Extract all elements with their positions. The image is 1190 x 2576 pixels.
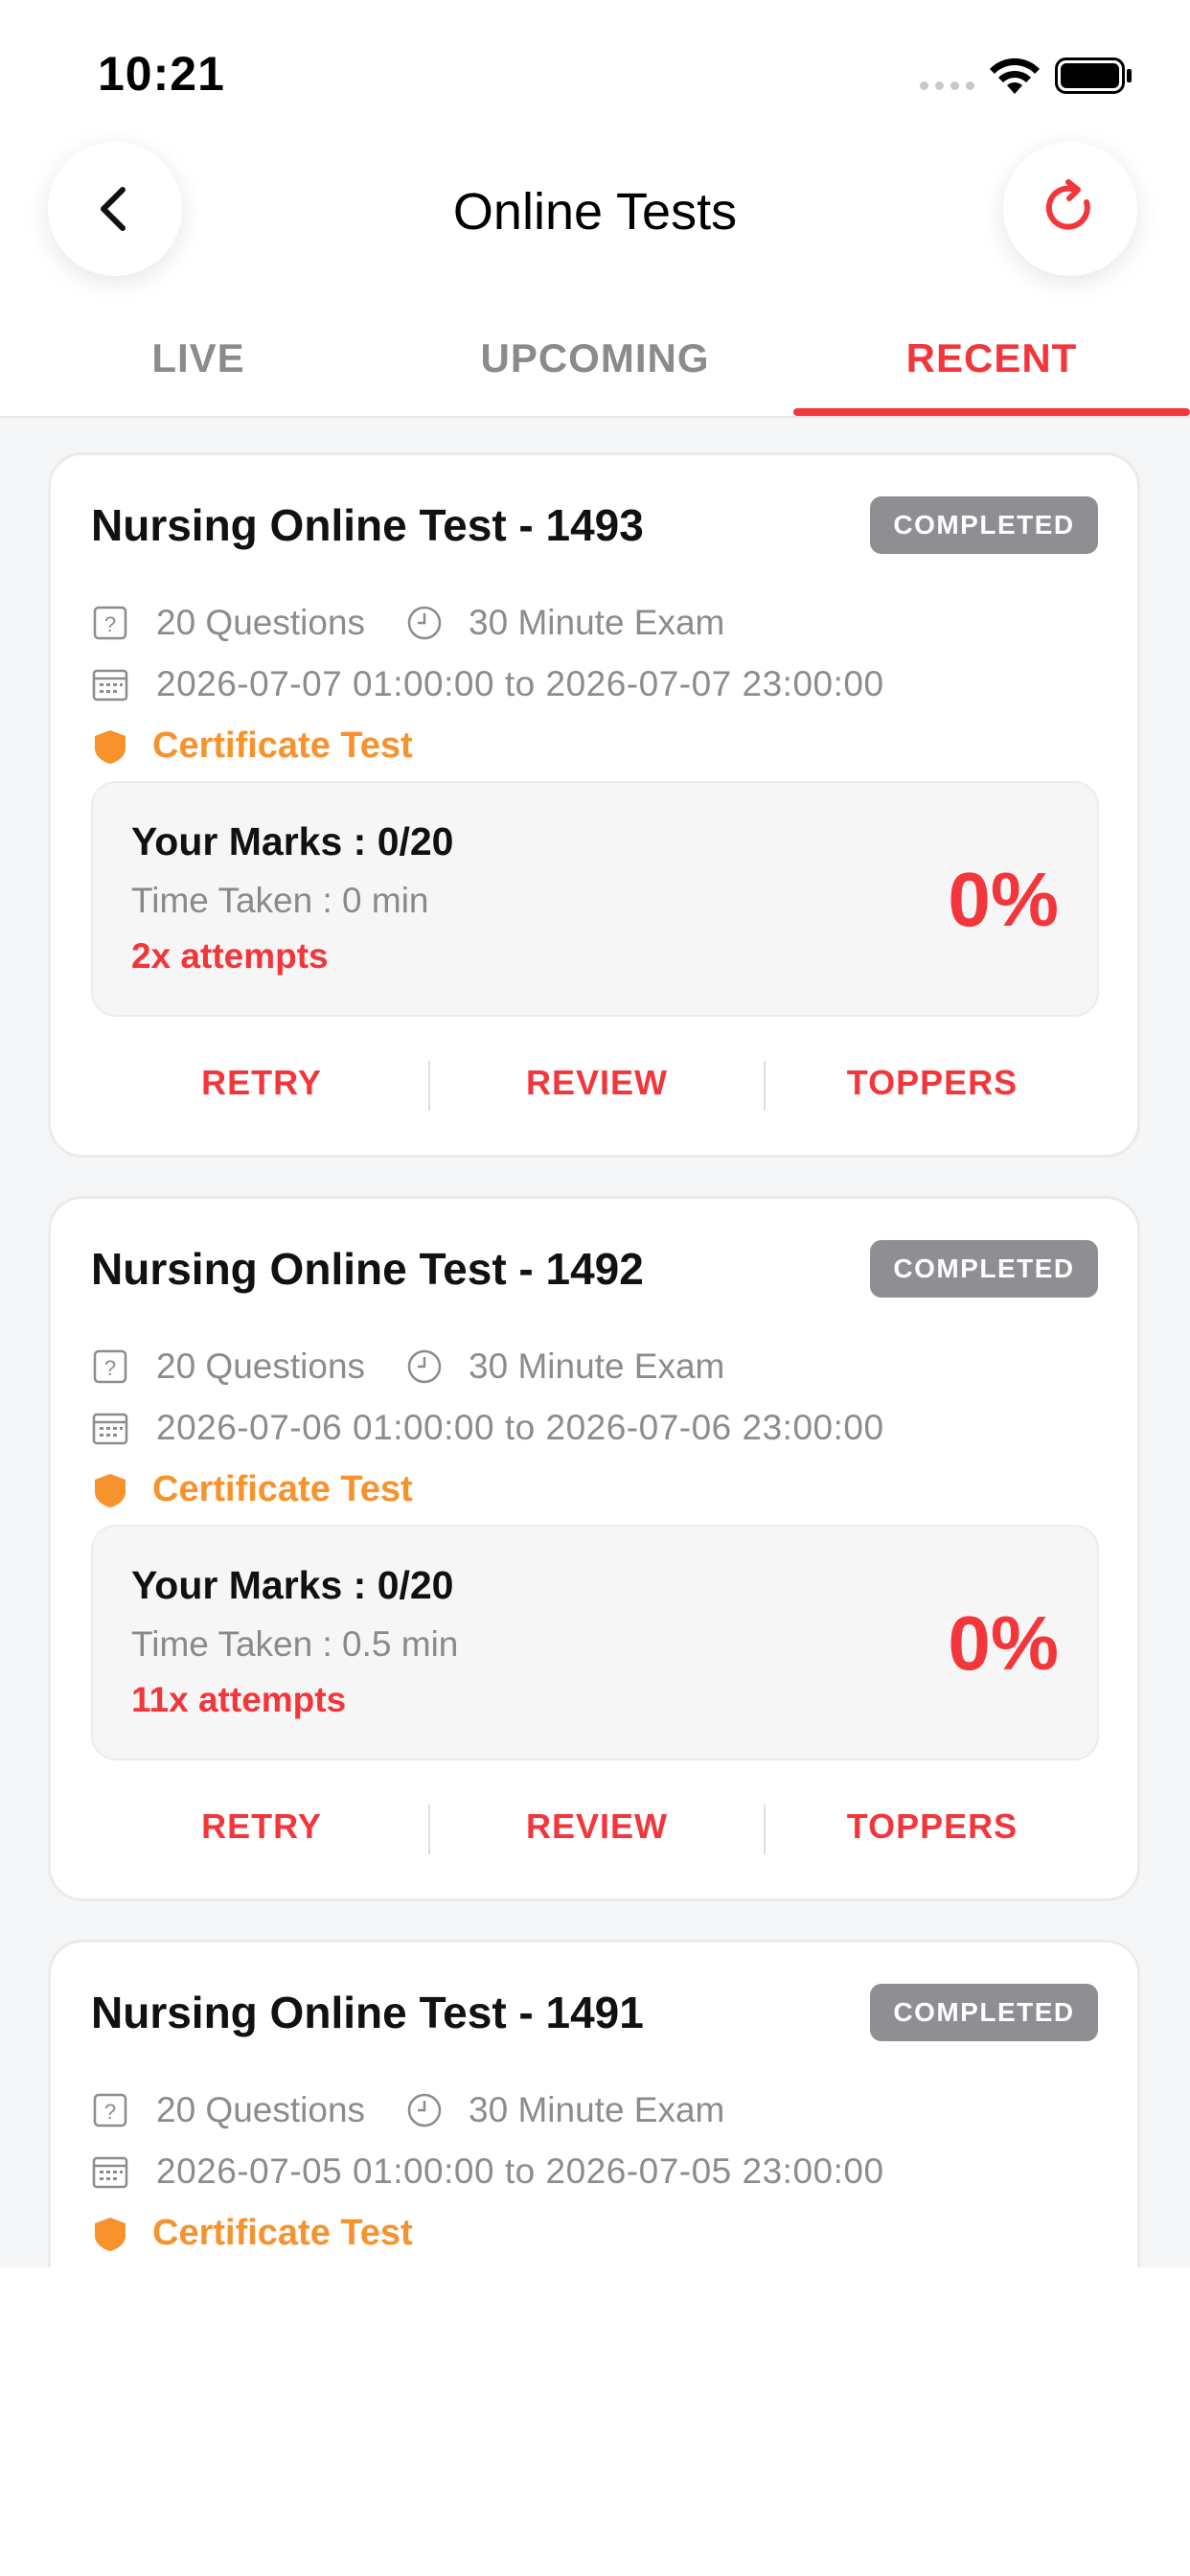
test-info-row: ? 20 Questions 30 Minute Exam bbox=[91, 603, 724, 643]
test-list[interactable]: Nursing Online Test - 1493 COMPLETED ? 2… bbox=[0, 418, 1190, 2267]
test-title: Nursing Online Test - 1491 bbox=[91, 1988, 644, 2037]
calendar-icon bbox=[92, 2156, 128, 2189]
question-icon: ? bbox=[93, 1349, 127, 1384]
toppers-button[interactable]: TOPPERS bbox=[765, 1793, 1100, 1860]
test-card[interactable]: Nursing Online Test - 1491 COMPLETED ? 2… bbox=[48, 1940, 1140, 2267]
bottom-blank-area bbox=[0, 2267, 1190, 2576]
review-button[interactable]: REVIEW bbox=[429, 1049, 765, 1116]
certificate-label: Certificate Test bbox=[152, 2213, 413, 2253]
shield-icon bbox=[95, 729, 126, 764]
status-badge: COMPLETED bbox=[870, 1240, 1098, 1298]
marks-value: Your Marks : 0/20 bbox=[131, 819, 454, 863]
cellular-signal-icon bbox=[920, 81, 974, 90]
date-row: 2026-07-05 01:00:00 to 2026-07-05 23:00:… bbox=[91, 2151, 884, 2192]
tab-recent[interactable]: RECENT bbox=[793, 316, 1190, 416]
shield-icon bbox=[95, 1473, 126, 1507]
svg-text:?: ? bbox=[104, 2100, 116, 2124]
svg-text:?: ? bbox=[104, 1356, 116, 1380]
calendar-icon bbox=[92, 669, 128, 702]
certificate-row: Certificate Test bbox=[91, 725, 413, 767]
tab-bar: LIVE UPCOMING RECENT bbox=[0, 316, 1190, 418]
tab-upcoming[interactable]: UPCOMING bbox=[397, 316, 793, 416]
time-taken: Time Taken : 0 min bbox=[131, 881, 429, 920]
attempt-count: 2x attempts bbox=[131, 936, 329, 976]
clock-icon bbox=[407, 1349, 442, 1384]
test-card[interactable]: Nursing Online Test - 1493 COMPLETED ? 2… bbox=[48, 452, 1140, 1158]
status-badge: COMPLETED bbox=[870, 496, 1098, 554]
card-actions: RETRY REVIEW TOPPERS bbox=[51, 1793, 1137, 1860]
refresh-button[interactable] bbox=[1003, 142, 1137, 276]
question-icon: ? bbox=[93, 606, 127, 640]
date-row: 2026-07-07 01:00:00 to 2026-07-07 23:00:… bbox=[91, 664, 884, 704]
wifi-icon bbox=[990, 58, 1040, 94]
card-actions: RETRY REVIEW TOPPERS bbox=[51, 1049, 1137, 1116]
certificate-label: Certificate Test bbox=[152, 1469, 413, 1509]
status-badge: COMPLETED bbox=[870, 1984, 1098, 2041]
result-summary: Your Marks : 0/20 Time Taken : 0.5 min 1… bbox=[91, 1525, 1099, 1760]
attempt-count: 11x attempts bbox=[131, 1680, 347, 1719]
certificate-row: Certificate Test bbox=[91, 2213, 413, 2254]
header: Online Tests bbox=[0, 134, 1190, 288]
refresh-icon bbox=[1045, 179, 1090, 230]
test-info-row: ? 20 Questions 30 Minute Exam bbox=[91, 1346, 724, 1387]
score-percent: 0% bbox=[948, 857, 1059, 942]
date-range: 2026-07-06 01:00:00 to 2026-07-06 23:00:… bbox=[156, 1408, 884, 1447]
test-info-row: ? 20 Questions 30 Minute Exam bbox=[91, 2090, 724, 2130]
question-count: 20 Questions bbox=[156, 603, 366, 642]
toppers-button[interactable]: TOPPERS bbox=[765, 1049, 1100, 1116]
active-tab-indicator bbox=[793, 408, 1190, 416]
retry-button[interactable]: RETRY bbox=[94, 1049, 429, 1116]
shield-icon bbox=[95, 2217, 126, 2251]
exam-duration: 30 Minute Exam bbox=[469, 603, 725, 642]
review-button[interactable]: REVIEW bbox=[429, 1793, 765, 1860]
question-count: 20 Questions bbox=[156, 2090, 366, 2129]
marks-value: Your Marks : 0/20 bbox=[131, 1563, 454, 1607]
status-bar: 10:21 bbox=[0, 0, 1190, 134]
exam-duration: 30 Minute Exam bbox=[469, 2090, 725, 2129]
clock-icon bbox=[407, 606, 442, 640]
status-time: 10:21 bbox=[98, 47, 225, 101]
certificate-label: Certificate Test bbox=[152, 725, 413, 766]
date-range: 2026-07-07 01:00:00 to 2026-07-07 23:00:… bbox=[156, 664, 884, 703]
retry-button[interactable]: RETRY bbox=[94, 1793, 429, 1860]
tab-live[interactable]: LIVE bbox=[0, 316, 397, 416]
date-range: 2026-07-05 01:00:00 to 2026-07-05 23:00:… bbox=[156, 2151, 884, 2191]
question-icon: ? bbox=[93, 2093, 127, 2128]
score-percent: 0% bbox=[948, 1600, 1059, 1686]
result-summary: Your Marks : 0/20 Time Taken : 0 min 2x … bbox=[91, 781, 1099, 1017]
svg-text:?: ? bbox=[104, 612, 116, 636]
question-count: 20 Questions bbox=[156, 1346, 366, 1386]
test-title: Nursing Online Test - 1493 bbox=[91, 500, 644, 550]
time-taken: Time Taken : 0.5 min bbox=[131, 1624, 459, 1664]
battery-icon bbox=[1055, 58, 1132, 94]
date-row: 2026-07-06 01:00:00 to 2026-07-06 23:00:… bbox=[91, 1408, 884, 1448]
calendar-icon bbox=[92, 1413, 128, 1445]
test-card[interactable]: Nursing Online Test - 1492 COMPLETED ? 2… bbox=[48, 1196, 1140, 1901]
test-title: Nursing Online Test - 1492 bbox=[91, 1244, 644, 1294]
exam-duration: 30 Minute Exam bbox=[469, 1346, 725, 1386]
certificate-row: Certificate Test bbox=[91, 1469, 413, 1510]
clock-icon bbox=[407, 2093, 442, 2128]
